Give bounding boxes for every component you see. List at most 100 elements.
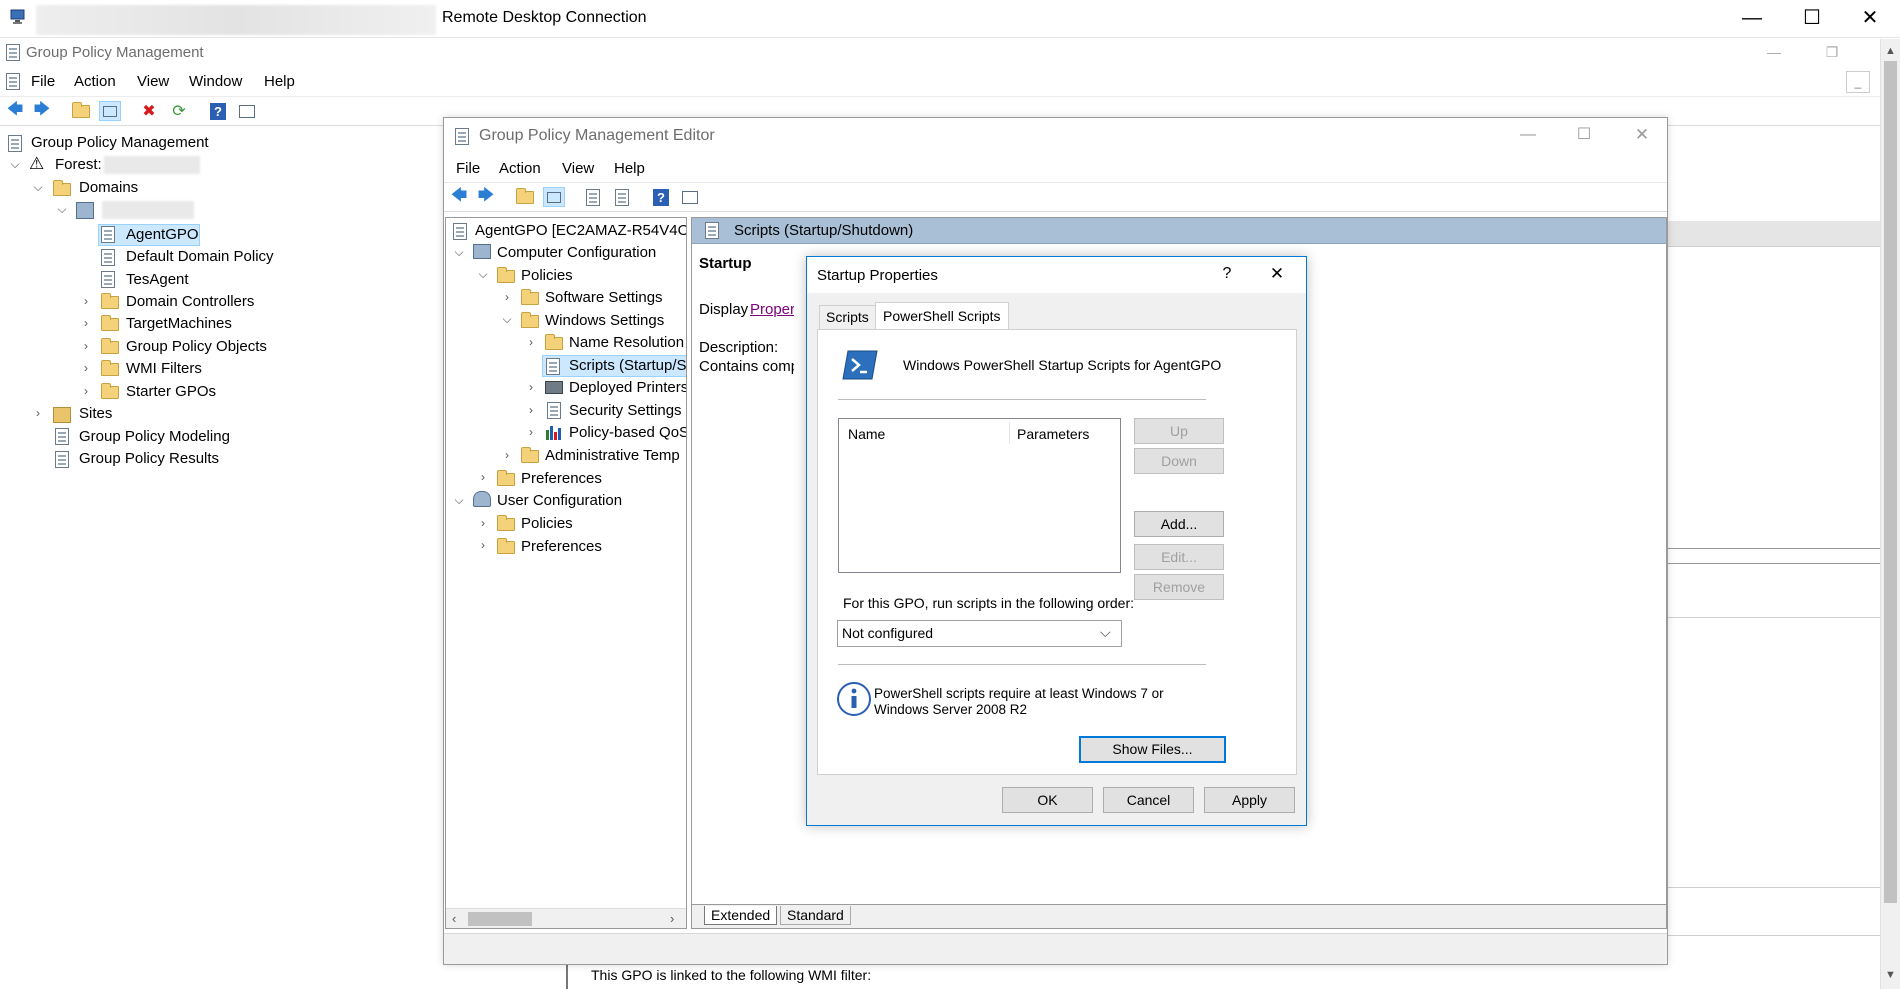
- rdc-close-button[interactable]: ✕: [1858, 8, 1882, 28]
- gpm-menu-window[interactable]: Window: [189, 72, 242, 92]
- editor-tree-name-resolution[interactable]: Name Resolution: [569, 333, 684, 353]
- chevron-right-icon[interactable]: ›: [80, 317, 92, 329]
- tree-starter-gpos[interactable]: Starter GPOs: [126, 382, 216, 402]
- ok-button[interactable]: OK: [1002, 787, 1093, 813]
- cancel-button[interactable]: Cancel: [1103, 787, 1194, 813]
- tab-standard[interactable]: Standard: [780, 906, 851, 925]
- editor-tree-windows-settings[interactable]: Windows Settings: [545, 311, 664, 331]
- chevron-right-icon[interactable]: ›: [501, 449, 513, 461]
- chevron-right-icon[interactable]: ›: [525, 336, 537, 348]
- tree-group-policy-objects[interactable]: Group Policy Objects: [126, 337, 267, 357]
- scrollbar-thumb[interactable]: [468, 912, 532, 926]
- tree-domain-controllers[interactable]: Domain Controllers: [126, 292, 254, 312]
- show-hide-tree-icon[interactable]: [543, 187, 565, 207]
- chevron-down-icon[interactable]: ⌵: [453, 494, 465, 506]
- editor-tree-user-preferences[interactable]: Preferences: [521, 537, 602, 557]
- chevron-down-icon[interactable]: ⌵: [32, 181, 44, 193]
- editor-tree-software-settings[interactable]: Software Settings: [545, 288, 663, 308]
- down-button[interactable]: Down: [1134, 448, 1224, 474]
- rdc-minimize-button[interactable]: —: [1740, 8, 1764, 28]
- tree-group-policy-results[interactable]: Group Policy Results: [79, 449, 219, 469]
- forward-arrow-icon[interactable]: 🡆: [31, 101, 53, 121]
- gpm-menu-view[interactable]: View: [137, 72, 169, 92]
- add-button[interactable]: Add...: [1134, 511, 1224, 537]
- gpm-restore-button[interactable]: ❐: [1822, 42, 1842, 62]
- dialog-help-button[interactable]: ?: [1215, 265, 1239, 283]
- dialog-tab-scripts[interactable]: Scripts: [819, 305, 876, 329]
- column-header-parameters[interactable]: Parameters: [1017, 426, 1089, 442]
- properties-link[interactable]: Properties: [750, 301, 794, 318]
- editor-tree-user-config[interactable]: User Configuration: [497, 491, 622, 511]
- chevron-right-icon[interactable]: ›: [501, 291, 513, 303]
- chevron-right-icon[interactable]: ›: [80, 362, 92, 374]
- editor-close-button[interactable]: ✕: [1630, 125, 1654, 145]
- chevron-right-icon[interactable]: ›: [525, 404, 537, 416]
- chevron-right-icon[interactable]: ›: [525, 426, 537, 438]
- gpm-minimize-button[interactable]: —: [1764, 42, 1784, 62]
- editor-tree-hscrollbar[interactable]: ‹ ›: [446, 908, 686, 928]
- chevron-down-icon[interactable]: ⌵: [56, 203, 68, 215]
- editor-tree-preferences[interactable]: Preferences: [521, 469, 602, 489]
- editor-tree-computer-config[interactable]: Computer Configuration: [497, 243, 656, 263]
- properties-pane-icon[interactable]: [236, 101, 258, 121]
- gpm-menu-help[interactable]: Help: [264, 72, 295, 92]
- export-list-icon[interactable]: [611, 187, 633, 207]
- editor-tree-admin-templates[interactable]: Administrative Temp: [545, 446, 680, 466]
- chevron-down-icon[interactable]: ⌵: [501, 313, 513, 325]
- chevron-right-icon[interactable]: ›: [477, 471, 489, 483]
- editor-tree-root[interactable]: AgentGPO [EC2AMAZ-R54V4O: [475, 221, 686, 241]
- editor-menu-action[interactable]: Action: [499, 159, 541, 179]
- scroll-up-arrow-icon[interactable]: ▲: [1885, 45, 1896, 57]
- up-folder-icon[interactable]: [70, 101, 92, 121]
- tree-targetmachines[interactable]: TargetMachines: [126, 314, 232, 334]
- editor-minimize-button[interactable]: —: [1516, 125, 1540, 145]
- editor-tree-scripts[interactable]: Scripts (Startup/S: [569, 356, 686, 376]
- editor-menu-view[interactable]: View: [562, 159, 594, 179]
- editor-tree-deployed-printers[interactable]: Deployed Printers: [569, 378, 686, 398]
- editor-maximize-button[interactable]: ☐: [1572, 125, 1596, 145]
- gpm-menu-file[interactable]: File: [31, 72, 55, 92]
- scroll-down-arrow-icon[interactable]: ▼: [1885, 969, 1896, 981]
- up-button[interactable]: Up: [1134, 418, 1224, 444]
- chevron-right-icon[interactable]: ›: [477, 517, 489, 529]
- editor-menu-help[interactable]: Help: [614, 159, 645, 179]
- tree-group-policy-modeling[interactable]: Group Policy Modeling: [79, 427, 230, 447]
- editor-menu-file[interactable]: File: [456, 159, 480, 179]
- chevron-right-icon[interactable]: ›: [525, 381, 537, 393]
- refresh-icon[interactable]: ⟳: [168, 101, 190, 121]
- tree-wmi-filters[interactable]: WMI Filters: [126, 359, 202, 379]
- chevron-down-icon[interactable]: ⌵: [453, 246, 465, 258]
- tree-forest[interactable]: Forest:: [55, 155, 102, 175]
- back-arrow-icon[interactable]: 🡄: [448, 187, 470, 207]
- help-icon[interactable]: ?: [650, 187, 672, 207]
- delete-icon[interactable]: ✖: [138, 101, 160, 121]
- chevron-down-icon[interactable]: ⌵: [9, 158, 21, 170]
- chevron-down-icon[interactable]: ⌵: [477, 268, 489, 280]
- action-pane-icon[interactable]: [679, 187, 701, 207]
- gpm-inner-minimize-button[interactable]: _: [1846, 71, 1870, 93]
- edit-button[interactable]: Edit...: [1134, 544, 1224, 570]
- tree-tesagent[interactable]: TesAgent: [126, 270, 189, 290]
- tree-default-domain-policy[interactable]: Default Domain Policy: [126, 247, 274, 267]
- tree-agentgpo[interactable]: AgentGPO: [126, 225, 199, 245]
- scrollbar-thumb[interactable]: [1884, 61, 1897, 903]
- gpm-menu-action[interactable]: Action: [74, 72, 116, 92]
- forward-arrow-icon[interactable]: 🡆: [475, 187, 497, 207]
- show-files-button[interactable]: Show Files...: [1079, 736, 1226, 763]
- tree-domains[interactable]: Domains: [79, 178, 138, 198]
- order-select[interactable]: Not configured ⌵: [837, 620, 1122, 647]
- scripts-list[interactable]: Name Parameters: [838, 418, 1121, 573]
- dialog-close-button[interactable]: ✕: [1265, 264, 1289, 284]
- help-icon[interactable]: ?: [207, 101, 229, 121]
- apply-button[interactable]: Apply: [1204, 787, 1295, 813]
- chevron-right-icon[interactable]: ›: [80, 340, 92, 352]
- editor-tree-security-settings[interactable]: Security Settings: [569, 401, 682, 421]
- gpm-vertical-scrollbar[interactable]: ▲ ▼: [1880, 39, 1900, 989]
- scroll-left-arrow-icon[interactable]: ‹: [452, 911, 456, 926]
- show-hide-tree-icon[interactable]: [99, 101, 121, 121]
- back-arrow-icon[interactable]: 🡄: [4, 101, 26, 121]
- remove-button[interactable]: Remove: [1134, 574, 1224, 600]
- editor-tree-policies[interactable]: Policies: [521, 266, 573, 286]
- chevron-right-icon[interactable]: ›: [477, 539, 489, 551]
- up-folder-icon[interactable]: [514, 187, 536, 207]
